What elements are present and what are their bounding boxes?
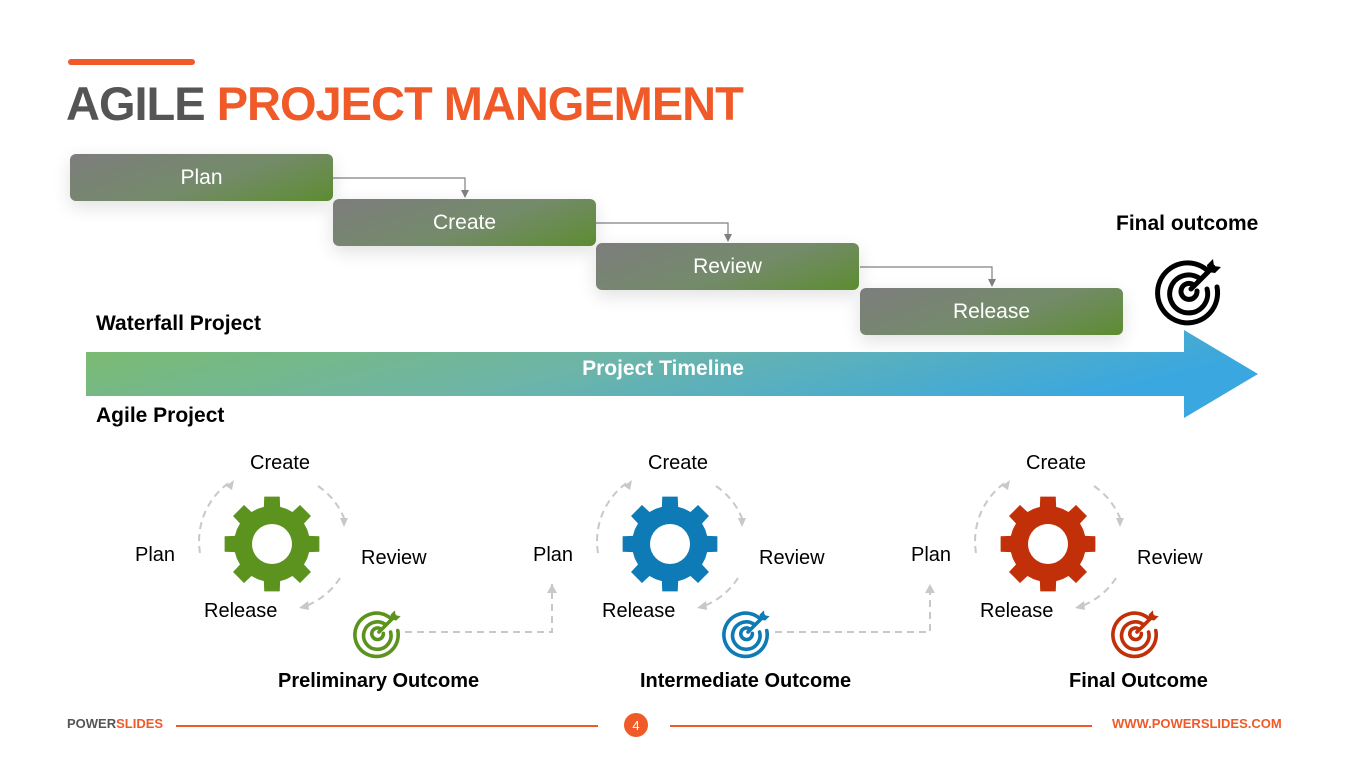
outcome-connectors <box>405 584 935 633</box>
footer-brand-part-1: POWER <box>67 716 117 731</box>
connector-preliminary-to-plan <box>405 584 557 633</box>
footer-divider-right <box>670 725 1092 727</box>
footer-brand-part-2: SLIDES <box>116 716 164 731</box>
footer-url: WWW.POWERSLIDES.COM <box>1112 716 1282 731</box>
connector-intermediate-to-plan <box>775 584 935 633</box>
footer-divider-left <box>176 725 598 727</box>
footer-brand: POWERSLIDES <box>67 716 163 731</box>
page-number-badge: 4 <box>624 713 648 737</box>
